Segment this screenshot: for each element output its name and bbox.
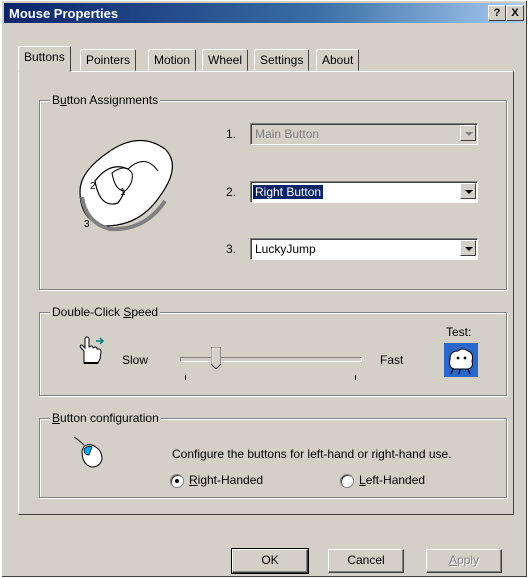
close-button[interactable]: X: [506, 5, 524, 21]
mouse-icon: [73, 436, 103, 468]
right-handed-radio[interactable]: [170, 474, 184, 488]
button-configuration-group: Button configuration Configure the butto…: [39, 411, 507, 498]
cancel-button[interactable]: Cancel: [328, 549, 404, 573]
middle-button-select[interactable]: LuckyJump: [250, 238, 478, 260]
mouse-label-2: 2: [90, 181, 96, 192]
tab-pointers[interactable]: Pointers: [80, 49, 137, 71]
tab-settings[interactable]: Settings: [254, 49, 310, 71]
mouse-buttons-icon: 2 1 3: [79, 139, 173, 232]
title-bar[interactable]: Mouse Properties ? X: [4, 3, 524, 23]
slider-tick-max: [355, 375, 356, 380]
chevron-down-icon: [460, 125, 476, 141]
tab-about[interactable]: About: [316, 49, 360, 71]
speed-slider-thumb[interactable]: [211, 347, 221, 369]
button-configuration-legend: Button configuration: [50, 411, 161, 425]
chevron-down-icon: [460, 183, 476, 199]
chevron-down-icon: [460, 240, 476, 256]
double-click-speed-group: Double-Click Speed Slow Fast Test:: [39, 305, 507, 396]
left-handed-radio[interactable]: [340, 474, 354, 488]
help-button[interactable]: ?: [488, 5, 506, 21]
mouse-properties-window: Mouse Properties ? X Buttons Pointers Mo…: [0, 0, 527, 577]
speed-slider-track[interactable]: [180, 357, 362, 362]
main-button-select[interactable]: Main Button: [250, 123, 478, 145]
configuration-description: Configure the buttons for left-hand or r…: [172, 447, 452, 461]
tab-motion[interactable]: Motion: [148, 49, 197, 71]
slider-tick-min: [185, 375, 186, 380]
mouse-label-3: 3: [84, 219, 90, 230]
assignment-number-1: 1.: [226, 127, 237, 141]
button-assignments-group: Button Assignments 2 1 3 1. Main Button …: [39, 93, 507, 290]
tab-panel: Button Assignments 2 1 3 1. Main Button …: [18, 71, 514, 515]
hand-pointer-icon: [79, 336, 105, 364]
ok-button[interactable]: OK: [231, 548, 309, 574]
test-jack-in-box-icon[interactable]: [444, 343, 478, 377]
apply-button[interactable]: Apply: [426, 549, 502, 573]
assignment-number-2: 2.: [226, 185, 237, 199]
fast-label: Fast: [380, 353, 404, 367]
tab-buttons[interactable]: Buttons: [18, 46, 71, 72]
left-handed-label[interactable]: Left-Handed: [359, 473, 425, 487]
assignment-number-3: 3.: [226, 242, 237, 256]
right-button-select[interactable]: Right Button: [250, 181, 478, 203]
tab-wheel[interactable]: Wheel: [202, 49, 249, 71]
button-assignments-legend: Button Assignments: [50, 93, 161, 107]
test-label: Test:: [446, 325, 472, 339]
mouse-label-1: 1: [120, 187, 126, 198]
double-click-speed-legend: Double-Click Speed: [50, 305, 161, 319]
slow-label: Slow: [122, 353, 149, 367]
right-handed-label[interactable]: Right-Handed: [189, 473, 263, 487]
window-title: Mouse Properties: [9, 6, 119, 21]
